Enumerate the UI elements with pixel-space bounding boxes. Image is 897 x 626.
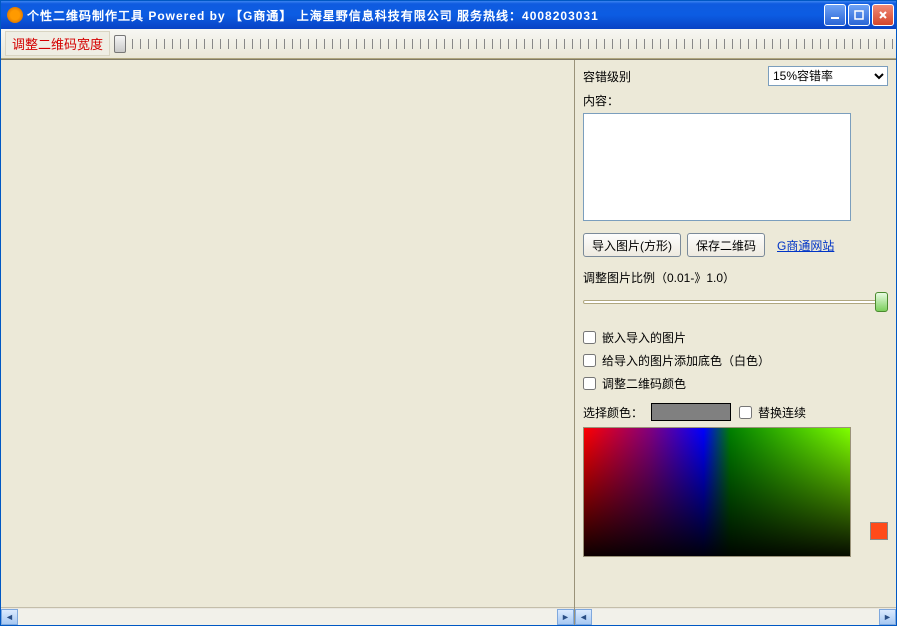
color-swatch[interactable] [651, 403, 731, 421]
embed-image-checkbox-row[interactable]: 嵌入导入的图片 [583, 329, 888, 346]
button-row: 导入图片(方形) 保存二维码 G商通网站 [583, 233, 888, 257]
error-level-row: 容错级别 15%容错率 [583, 66, 888, 86]
scroll-left-arrow-icon[interactable]: ◄ [1, 609, 18, 625]
app-icon [7, 7, 23, 23]
settings-horizontal-scrollbar[interactable]: ◄ ► [575, 607, 896, 625]
app-window: 个性二维码制作工具 Powered by 【G商通】 上海星野信息科技有限公司 … [0, 0, 897, 626]
window-controls [824, 4, 894, 26]
add-bg-label: 给导入的图片添加底色（白色） [602, 352, 770, 369]
width-slider-thumb[interactable] [114, 35, 126, 53]
content-textarea[interactable] [583, 113, 851, 221]
embed-image-label: 嵌入导入的图片 [602, 329, 686, 346]
preview-horizontal-scrollbar[interactable]: ◄ ► [1, 607, 574, 625]
scroll-track[interactable] [18, 609, 557, 625]
adjust-color-checkbox[interactable] [583, 377, 596, 390]
ratio-slider[interactable] [583, 290, 888, 312]
continuous-checkbox[interactable] [739, 406, 752, 419]
maximize-button[interactable] [848, 4, 870, 26]
scroll-right-arrow-icon[interactable]: ► [879, 609, 896, 625]
embed-image-checkbox[interactable] [583, 331, 596, 344]
color-select-row: 选择颜色： 替换连续 [583, 403, 888, 421]
ratio-slider-track [583, 300, 888, 304]
import-image-button[interactable]: 导入图片(方形) [583, 233, 681, 257]
qr-preview-canvas [1, 60, 574, 607]
content-label: 内容： [583, 92, 888, 109]
color-picker-gradient[interactable] [583, 427, 851, 557]
ratio-label: 调整图片比例（0.01-》1.0） [583, 269, 888, 286]
error-level-label: 容错级别 [583, 68, 631, 85]
minimize-button[interactable] [824, 4, 846, 26]
scroll-right-arrow-icon[interactable]: ► [557, 609, 574, 625]
error-level-select[interactable]: 15%容错率 [768, 66, 888, 86]
body: ◄ ► 容错级别 15%容错率 内容： 导入图片(方形) 保存二维码 G商通网站… [1, 59, 896, 625]
scroll-left-arrow-icon[interactable]: ◄ [575, 609, 592, 625]
window-title: 个性二维码制作工具 Powered by 【G商通】 上海星野信息科技有限公司 … [27, 7, 824, 24]
close-button[interactable] [872, 4, 894, 26]
website-link[interactable]: G商通网站 [777, 237, 834, 254]
width-slider[interactable] [116, 29, 896, 58]
add-bg-checkbox[interactable] [583, 354, 596, 367]
toolbar: 调整二维码宽度 [1, 29, 896, 59]
hue-indicator[interactable] [870, 522, 888, 540]
save-qr-button[interactable]: 保存二维码 [687, 233, 765, 257]
select-color-label: 选择颜色： [583, 404, 643, 421]
scroll-track[interactable] [592, 609, 879, 625]
width-adjust-label: 调整二维码宽度 [5, 31, 110, 56]
preview-pane: ◄ ► [1, 60, 575, 625]
adjust-color-checkbox-row[interactable]: 调整二维码颜色 [583, 375, 888, 392]
width-slider-track [116, 39, 896, 49]
add-bg-checkbox-row[interactable]: 给导入的图片添加底色（白色） [583, 352, 888, 369]
adjust-color-label: 调整二维码颜色 [602, 375, 686, 392]
continuous-checkbox-row[interactable]: 替换连续 [739, 404, 806, 421]
continuous-label: 替换连续 [758, 404, 806, 421]
ratio-slider-thumb[interactable] [875, 292, 888, 312]
settings-pane: 容错级别 15%容错率 内容： 导入图片(方形) 保存二维码 G商通网站 调整图… [575, 60, 896, 625]
titlebar: 个性二维码制作工具 Powered by 【G商通】 上海星野信息科技有限公司 … [1, 1, 896, 29]
